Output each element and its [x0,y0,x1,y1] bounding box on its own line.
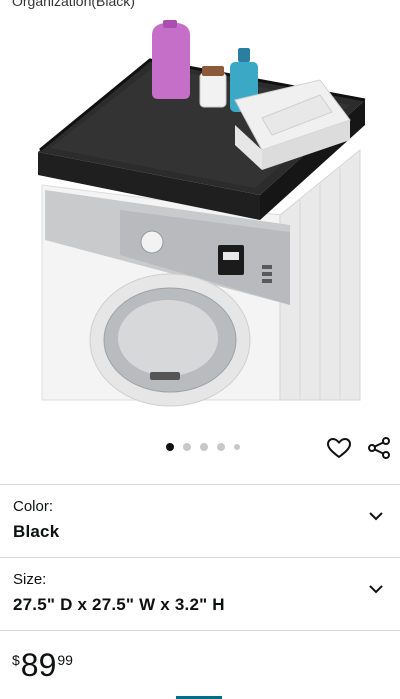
color-value: Black [13,522,60,541]
image-carousel-indicator[interactable] [166,443,240,451]
size-label: Size: [13,571,47,588]
wishlist-button[interactable] [326,436,352,460]
share-button[interactable] [367,436,391,460]
carousel-dot-3[interactable] [200,443,208,451]
color-selector[interactable]: Color: Black [0,484,400,554]
color-label: Color: [13,498,54,515]
size-value: 27.5" D x 27.5" W x 3.2" H [13,595,225,614]
chevron-down-icon [369,585,383,594]
chevron-down-icon [369,512,383,521]
product-image[interactable] [0,0,400,410]
divider [0,630,400,631]
carousel-dot-5[interactable] [234,444,240,450]
share-icon [368,437,390,459]
carousel-dot-2[interactable] [183,443,191,451]
heart-outline-icon [327,438,351,458]
washer-mat-illustration [38,20,366,407]
product-title-fragment: Organization(Black) [12,0,135,9]
carousel-dot-1[interactable] [166,443,174,451]
price: $ 89 99 [12,648,73,682]
price-fraction: 99 [57,652,73,668]
size-selector[interactable]: Size: 27.5" D x 27.5" W x 3.2" H [0,557,400,627]
price-currency-symbol: $ [12,652,20,668]
carousel-dot-4[interactable] [217,443,225,451]
price-whole: 89 [20,647,57,683]
